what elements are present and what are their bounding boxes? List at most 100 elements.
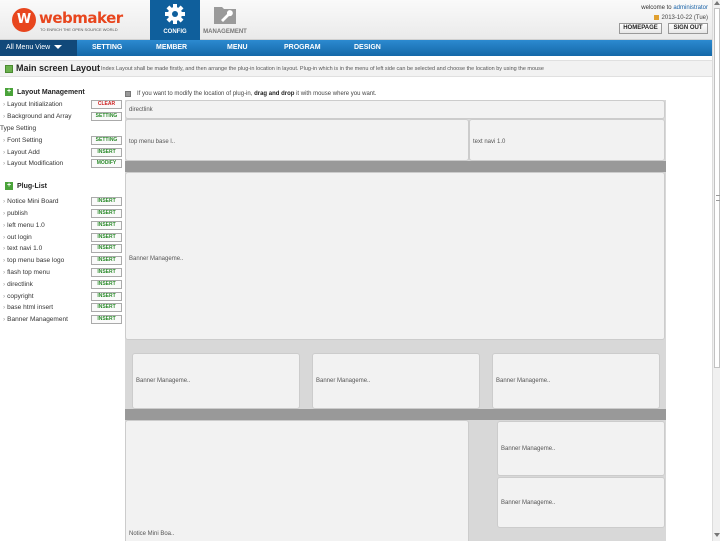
nav-member[interactable]: MEMBER (156, 40, 187, 56)
gear-icon (165, 4, 185, 24)
welcome-user[interactable]: administrator (673, 5, 708, 11)
plugin-label: › top menu base logo (3, 257, 65, 264)
block-top-menu[interactable]: top menu base l.. (125, 119, 469, 161)
plugin-insert-button[interactable]: INSERT (91, 280, 122, 289)
plug-list-heading: + Plug-List (5, 182, 47, 192)
block-label: Banner Manageme.. (501, 446, 556, 452)
plugin-insert-button[interactable]: INSERT (91, 221, 122, 230)
tab-management[interactable]: MANAGEMENT (200, 0, 250, 40)
plugin-label: › Notice Mini Board (3, 198, 59, 205)
layout-modify-button[interactable]: MODIFY (91, 159, 122, 168)
block-banner-a[interactable]: Banner Manageme.. (132, 353, 300, 409)
chevron-down-icon (54, 45, 63, 50)
block-text-navi[interactable]: text navi 1.0 (469, 119, 665, 161)
tab-config-label: CONFIG (163, 29, 187, 35)
plugin-insert-button[interactable]: INSERT (91, 244, 122, 253)
plugin-insert-button[interactable]: INSERT (91, 197, 122, 206)
sidebar-item-label: › Layout Add (3, 149, 40, 156)
scroll-up-arrow-icon[interactable] (714, 1, 720, 5)
scroll-grip-icon (716, 195, 720, 201)
homepage-button[interactable]: HOMEPAGE (619, 23, 662, 34)
webmaker-logo[interactable]: W webmaker TO ENRICH THE OPEN SOURCE WOR… (12, 8, 123, 34)
plug-list-title: Plug-List (17, 182, 47, 190)
plus-icon: + (5, 88, 13, 96)
plugin-item: › top menu base logo INSERT (0, 256, 125, 267)
sidebar-item-layout-modification: › Layout Modification MODIFY (0, 159, 125, 170)
block-banner-right-top[interactable]: Banner Manageme.. (497, 421, 665, 476)
plugin-insert-button[interactable]: INSERT (91, 315, 122, 324)
plus-icon: + (5, 182, 13, 190)
block-label: Banner Manageme.. (316, 378, 371, 384)
block-label: top menu base l.. (129, 139, 176, 145)
plugin-label: › out login (3, 234, 32, 241)
page-title: Main screen Layout (16, 63, 101, 73)
sidebar-item-type-setting: Type Setting (0, 124, 125, 135)
plugin-item: › flash top menu INSERT (0, 268, 125, 279)
sidebar-item-label: Type Setting (0, 125, 37, 132)
logo-mark: W (12, 8, 36, 32)
nav-design[interactable]: DESIGN (354, 40, 381, 56)
block-label: Banner Manageme.. (136, 378, 191, 384)
plugin-label: › directlink (3, 281, 33, 288)
welcome-prefix: welcome to (641, 5, 672, 11)
title-bar: Main screen Layout Index Layout shall be… (0, 60, 712, 77)
sidebar-item-label: › Background and Array (3, 113, 72, 120)
sidebar-item-layout-initialization: › Layout Initialization CLEAR (0, 100, 125, 111)
background-setting-button[interactable]: SETTING (91, 112, 122, 121)
welcome-text: welcome to administrator (641, 5, 708, 11)
block-banner-right-bottom[interactable]: Banner Manageme.. (497, 477, 665, 528)
hint-text: If you want to modify the location of pl… (137, 91, 377, 97)
plugin-insert-button[interactable]: INSERT (91, 256, 122, 265)
date-display: 2013-10-22 (Tue) (653, 15, 708, 21)
plugin-insert-button[interactable]: INSERT (91, 268, 122, 277)
plugin-item: › Banner Management INSERT (0, 315, 125, 326)
sidebar: + Layout Management › Layout Initializatio… (0, 82, 125, 341)
check-icon (5, 65, 13, 73)
plugin-item: › copyright INSERT (0, 292, 125, 303)
plugin-insert-button[interactable]: INSERT (91, 233, 122, 242)
vertical-scrollbar[interactable] (712, 0, 720, 541)
block-directlink[interactable]: directlink (125, 100, 665, 119)
sidebar-item-label: › Layout Initialization (3, 101, 63, 108)
nav-menu[interactable]: MENU (227, 40, 248, 56)
layout-row-divider (125, 409, 666, 420)
app-window: W webmaker TO ENRICH THE OPEN SOURCE WOR… (0, 0, 720, 541)
plugin-item: › out login INSERT (0, 233, 125, 244)
block-label: Banner Manageme.. (501, 500, 556, 506)
calendar-icon (653, 15, 659, 20)
plugin-item: › Notice Mini Board INSERT (0, 197, 125, 208)
sidebar-item-label: › Layout Modification (3, 160, 64, 167)
layout-management-heading: + Layout Management (5, 88, 85, 98)
plugin-label: › left menu 1.0 (3, 222, 45, 229)
all-menu-view-button[interactable]: All Menu View (0, 40, 77, 56)
page-description: Index Layout shall be made firstly, and … (101, 66, 544, 72)
layout-canvas: directlink top menu base l.. text navi 1… (125, 100, 666, 541)
plugin-item: › left menu 1.0 INSERT (0, 221, 125, 232)
plugin-insert-button[interactable]: INSERT (91, 292, 122, 301)
signout-button[interactable]: SIGN OUT (668, 23, 708, 34)
plugin-insert-button[interactable]: INSERT (91, 209, 122, 218)
block-banner-c[interactable]: Banner Manageme.. (492, 353, 660, 409)
nav-program[interactable]: PROGRAM (284, 40, 321, 56)
main-nav: All Menu View SETTING MEMBER MENU PROGRA… (0, 40, 712, 56)
plugin-label: › base html insert (3, 304, 54, 311)
header: W webmaker TO ENRICH THE OPEN SOURCE WOR… (0, 0, 712, 40)
block-banner-large[interactable]: Banner Manageme.. (125, 172, 665, 340)
scroll-down-arrow-icon[interactable] (714, 533, 720, 537)
font-setting-button[interactable]: SETTING (91, 136, 122, 145)
layout-management-title: Layout Management (17, 88, 85, 96)
plugin-label: › text navi 1.0 (3, 245, 43, 252)
block-label: text navi 1.0 (473, 139, 506, 145)
block-banner-b[interactable]: Banner Manageme.. (312, 353, 480, 409)
scroll-thumb[interactable] (714, 8, 720, 368)
plugin-insert-button[interactable]: INSERT (91, 303, 122, 312)
tab-config[interactable]: CONFIG (150, 0, 200, 40)
clear-button[interactable]: CLEAR (91, 100, 122, 109)
folder-wrench-icon (214, 7, 236, 24)
block-label: Notice Mini Boa.. (129, 531, 175, 537)
block-notice[interactable]: Notice Mini Boa.. (125, 420, 469, 541)
plugin-label: › flash top menu (3, 269, 50, 276)
layout-add-button[interactable]: INSERT (91, 148, 122, 157)
nav-setting[interactable]: SETTING (92, 40, 122, 56)
hint-icon (125, 91, 131, 97)
